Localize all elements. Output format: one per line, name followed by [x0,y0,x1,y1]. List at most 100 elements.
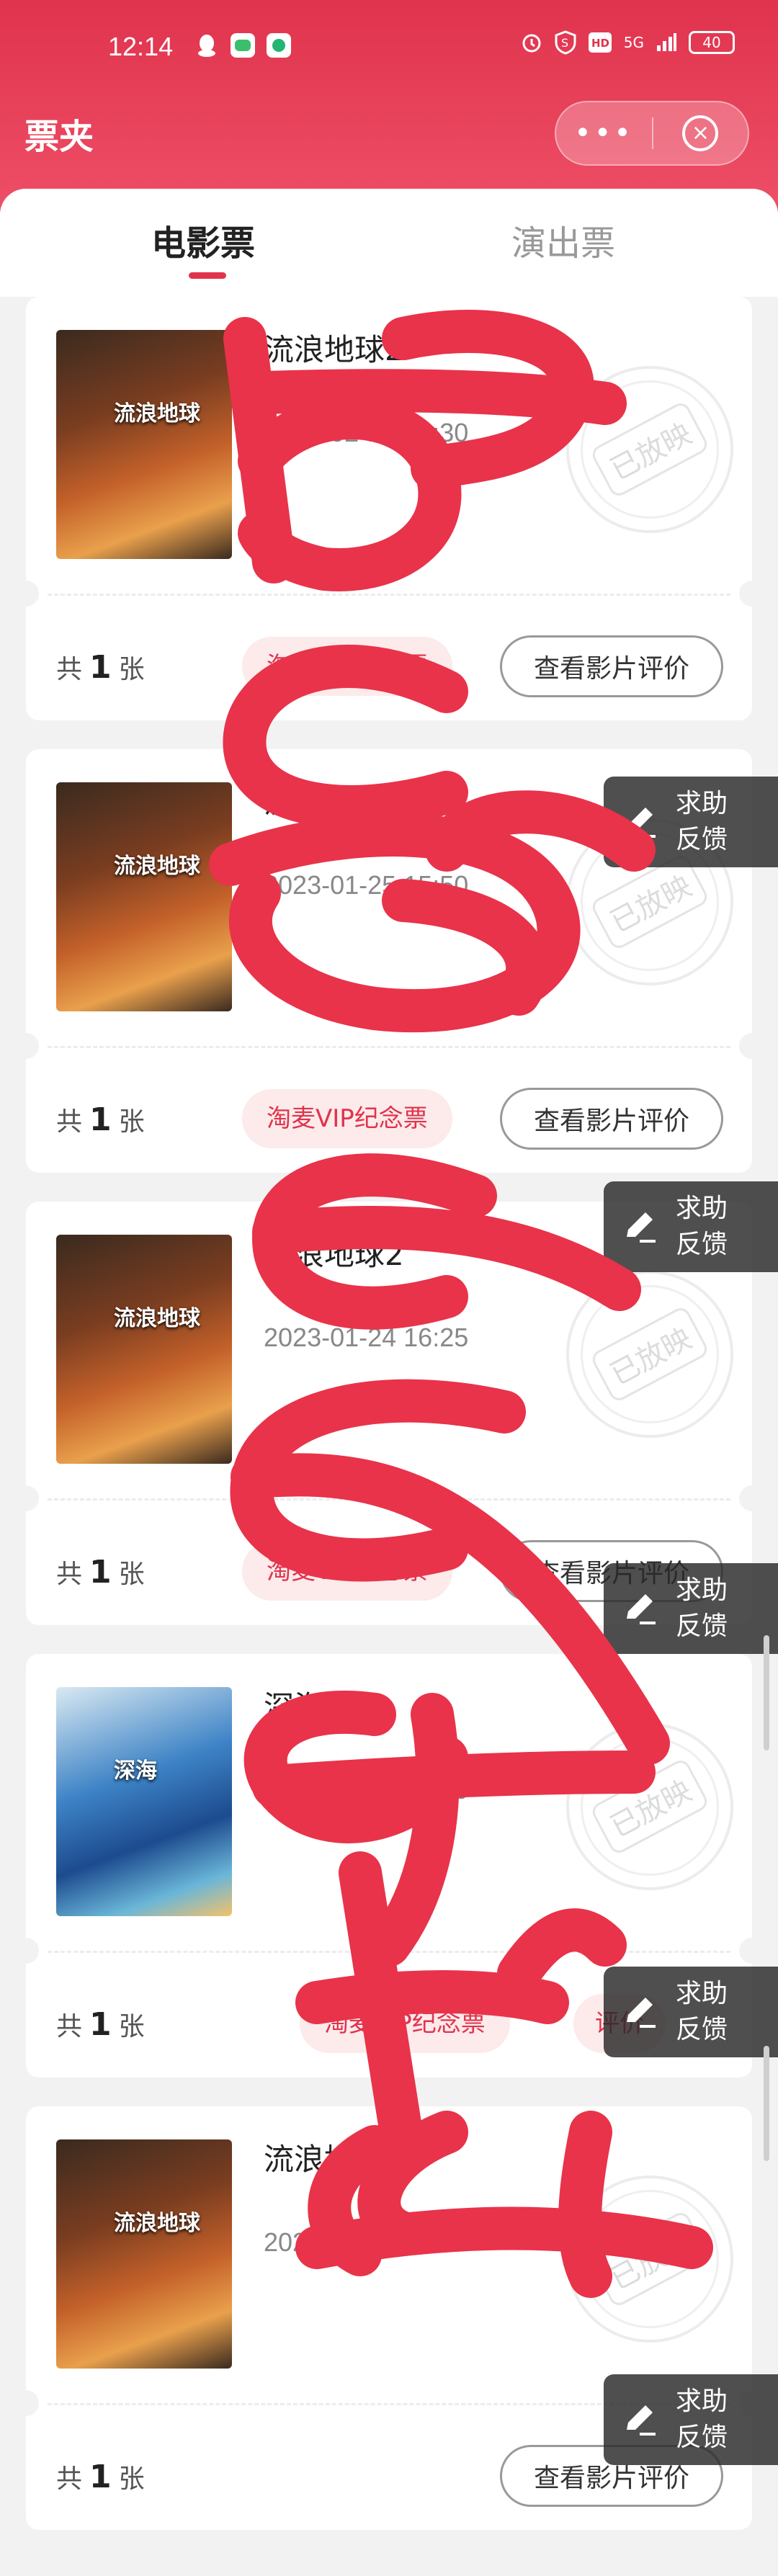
ticket-card[interactable]: 流浪地球 流浪地球2 2023-01-23 12:40 已放映 共1张 查看影片… [13,2106,765,2530]
tab-active-indicator [189,272,226,279]
count-number: 1 [89,1554,112,1591]
status-time: 12:14 [108,32,174,61]
screened-stamp: 已放映 [566,366,733,533]
screened-stamp: 已放映 [566,2175,733,2343]
movie-title: 流浪地球2 [264,1237,404,1272]
count-prefix: 共 [56,1107,83,1137]
show-datetime: 2023-01-24 16:25 [264,1323,469,1352]
message-icon [267,33,291,58]
feedback-button[interactable]: 求助 反馈 [604,1181,778,1272]
show-datetime: 2023-02-10 19:30 [264,418,469,447]
stamp-text: 已放映 [589,2209,711,2309]
ticket-count: 共1张 [56,2005,145,2043]
count-suffix: 张 [118,1560,145,1589]
feedback-line1: 求助 [676,789,728,818]
alarm-icon [522,34,541,53]
show-datetime: 2023-01-23 15:50 [264,1775,469,1804]
feedback-label: 求助 反馈 [676,2384,728,2456]
count-prefix: 共 [56,2464,83,2494]
mini-program-capsule: ••• × [555,101,749,166]
movie-poster: 流浪地球 [56,330,232,559]
ticket-perforation [48,594,730,596]
vip-souvenir-tag[interactable]: 淘麦VIP纪念票 [242,1089,452,1148]
more-button[interactable]: ••• [556,117,652,150]
ticket-notch-right [739,581,765,607]
show-datetime: 2023-01-23 12:40 [264,2227,469,2257]
wechat-icon [231,33,255,58]
feedback-button[interactable]: 求助 反馈 [604,1967,778,2057]
ticket-count: 共1张 [56,648,145,686]
stamp-inner: 已放映 [581,2190,719,2328]
stamp-text: 已放映 [589,400,711,499]
network-label: 5G [623,34,644,51]
tab-movie-tickets[interactable]: 电影票 [151,215,255,265]
scrollbar[interactable] [764,2046,769,2161]
feedback-line2: 反馈 [676,2015,728,2044]
movie-poster: 深海 [56,1687,232,1916]
ticket-notch-left [13,581,39,607]
vip-souvenir-tag[interactable]: 淘麦VIP纪念票 [300,1994,510,2053]
movie-poster: 流浪地球 [56,782,232,1011]
view-review-button[interactable]: 查看影片评价 [500,1088,723,1150]
feedback-button[interactable]: 求助 反馈 [604,2374,778,2465]
feedback-line2: 反馈 [676,825,728,854]
status-bar: 12:14 S HD 5G 40 [0,0,778,85]
feedback-line1: 求助 [676,1979,728,2008]
count-suffix: 张 [118,1107,145,1137]
count-prefix: 共 [56,1560,83,1589]
feedback-line1: 求助 [676,2387,728,2416]
poster-title: 流浪地球 [114,1306,200,1331]
stamp-text: 已放映 [589,1305,711,1404]
movie-poster: 流浪地球 [56,1235,232,1464]
scrollbar[interactable] [764,1635,769,1750]
notification-icons [194,33,291,58]
feedback-line1: 求助 [676,1194,728,1223]
movie-title: 流浪地球2 [264,2142,404,2177]
ticket-notch-right [739,1485,765,1511]
vip-souvenir-tag[interactable]: 淘麦VIP纪念票 [242,1542,452,1601]
ticket-perforation [48,1498,730,1501]
count-suffix: 张 [118,655,145,684]
movie-poster: 流浪地球 [56,2139,232,2369]
ticket-notch-left [13,1938,39,1964]
count-prefix: 共 [56,655,83,684]
stamp-inner: 已放映 [581,380,719,519]
signal-icon [657,33,676,51]
ticket-perforation [48,1951,730,1953]
ticket-card[interactable]: 流浪地球 流浪地球2 2023-02-10 19:30 已放映 共1张 淘麦VI… [13,297,765,720]
ticket-tabs: 电影票 演出票 [0,189,778,297]
stamp-inner: 已放映 [581,1285,719,1423]
ticket-count: 共1张 [56,2458,145,2495]
tab-show-tickets[interactable]: 演出票 [511,215,615,265]
poster-title: 流浪地球 [114,401,200,426]
feedback-line2: 反馈 [676,1230,728,1259]
poster-title: 流浪地球 [114,854,200,879]
feedback-label: 求助 反馈 [676,1191,728,1263]
count-number: 1 [89,2006,112,2043]
battery-level: 40 [702,34,721,51]
count-number: 1 [89,1101,112,1138]
edit-icon [604,1587,676,1630]
stamp-text: 已放映 [589,1757,711,1856]
edit-icon [604,1990,676,2034]
screened-stamp: 已放映 [566,1723,733,1890]
poster-title: 流浪地球 [114,2211,200,2236]
feedback-line2: 反馈 [676,1611,728,1641]
vip-souvenir-tag[interactable]: 淘麦VIP纪念票 [242,637,452,696]
count-prefix: 共 [56,2012,83,2041]
s-icon: S [555,30,576,55]
ticket-notch-left [13,1485,39,1511]
stamp-inner: 已放映 [581,1738,719,1876]
feedback-button[interactable]: 求助 反馈 [604,777,778,867]
edit-icon [604,2398,676,2441]
close-button[interactable]: × [653,115,748,151]
feedback-button[interactable]: 求助 反馈 [604,1563,778,1654]
movie-title: 流浪地球2 [264,332,404,367]
count-number: 1 [89,2459,112,2495]
ticket-count: 共1张 [56,1553,145,1591]
poster-title: 深海 [114,1758,157,1784]
feedback-line2: 反馈 [676,2423,728,2452]
feedback-label: 求助 反馈 [676,786,728,858]
view-review-button[interactable]: 查看影片评价 [500,635,723,697]
edit-icon [604,800,676,844]
